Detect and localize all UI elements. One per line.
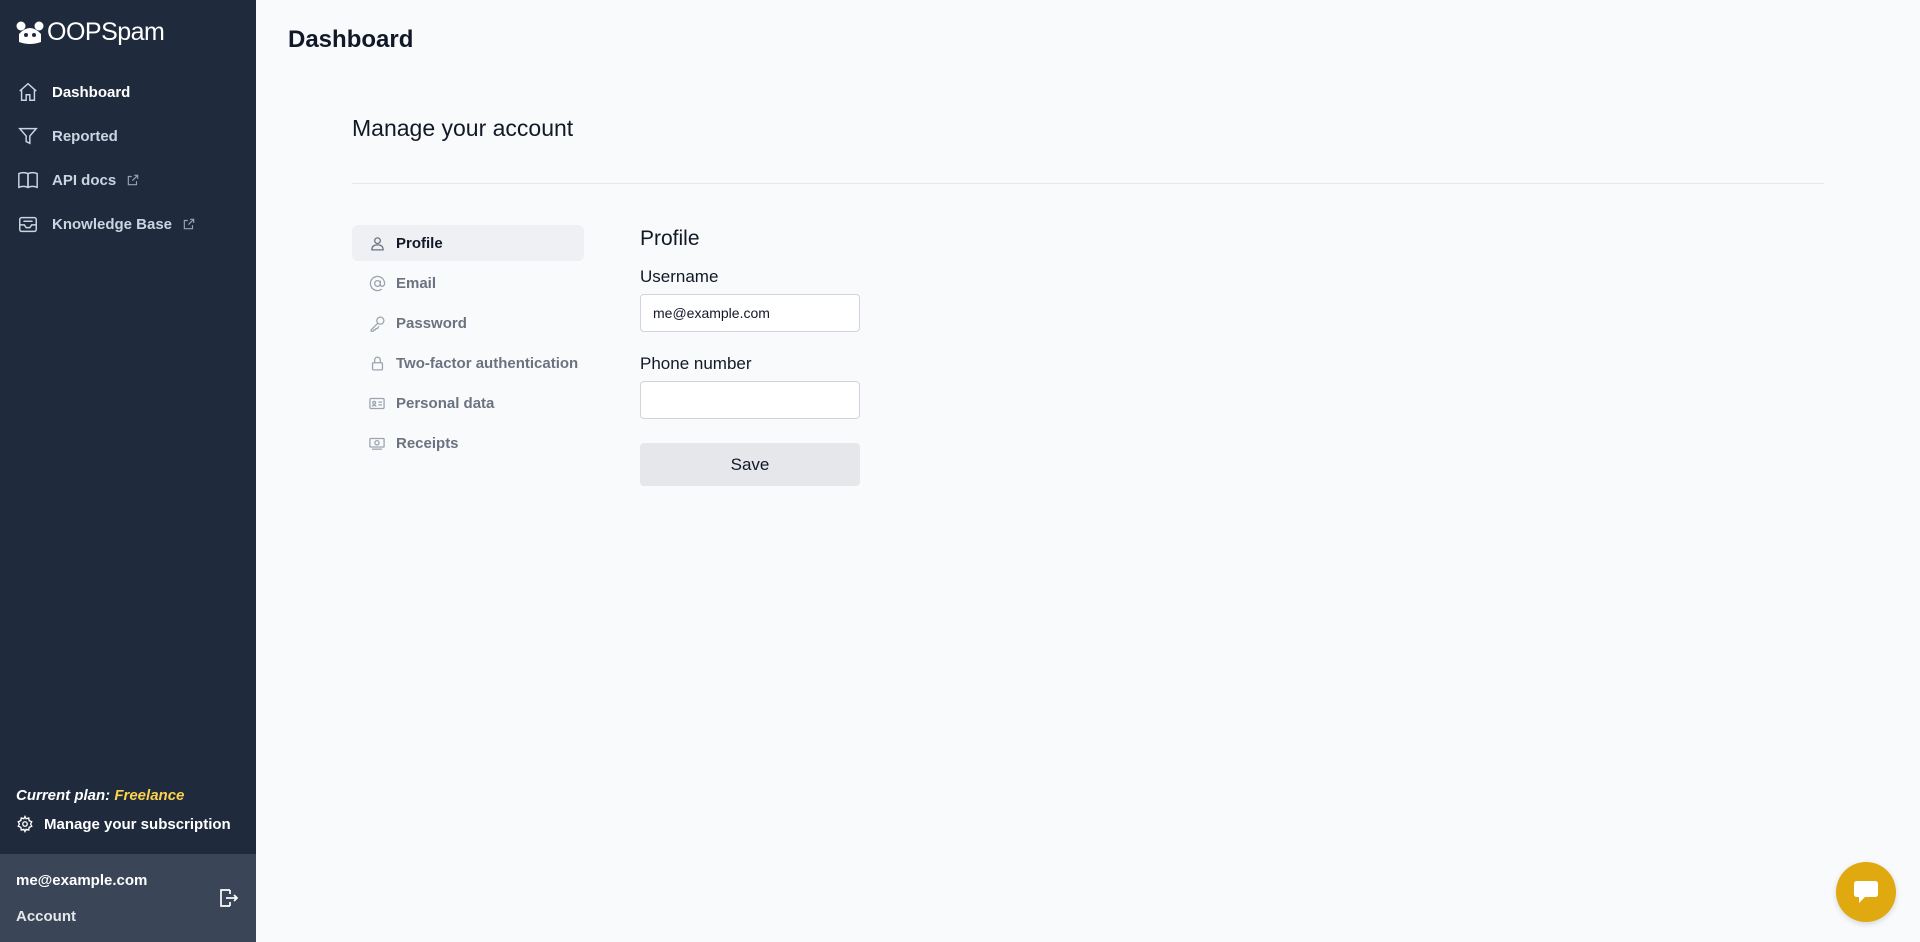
subnav-item-personal-data[interactable]: Personal data [352, 385, 584, 421]
subnav-item-label: Two-factor authentication [396, 354, 579, 372]
key-icon [368, 314, 386, 332]
logo-text: OOPSpam [47, 18, 165, 46]
sidebar-nav: Dashboard Reported API docs Knowledge Ba… [0, 70, 256, 246]
username-group: Username [640, 267, 860, 332]
logout-button[interactable] [216, 886, 240, 910]
user-icon [368, 234, 386, 252]
subnav-item-email[interactable]: Email [352, 265, 584, 301]
save-button[interactable]: Save [640, 443, 860, 486]
chat-widget-button[interactable] [1836, 862, 1896, 922]
subnav-item-label: Password [396, 314, 467, 332]
sidebar-item-api-docs[interactable]: API docs [0, 158, 256, 202]
external-link-icon [126, 172, 142, 188]
current-plan: Current plan: Freelance [16, 787, 184, 804]
chat-icon [1854, 881, 1878, 903]
book-icon [16, 168, 40, 192]
divider [352, 183, 1824, 184]
at-sign-icon [368, 274, 386, 292]
money-icon [368, 434, 386, 452]
sidebar-item-reported[interactable]: Reported [0, 114, 256, 158]
sidebar-item-label: API docs [52, 171, 117, 189]
plan-name: Freelance [114, 787, 185, 804]
id-card-icon [368, 394, 386, 412]
page-title: Dashboard [288, 26, 414, 53]
manage-subscription-label: Manage your subscription [44, 815, 231, 833]
form-title: Profile [640, 227, 700, 250]
subnav-item-two-factor[interactable]: Two-factor authentication [352, 345, 584, 381]
phone-label: Phone number [640, 354, 752, 373]
sidebar-item-label: Reported [52, 127, 118, 145]
account-email: me@example.com [16, 872, 148, 889]
gear-icon [17, 815, 33, 833]
account-subnav: Profile Email Password Two-factor authen… [352, 225, 584, 465]
lock-icon [368, 354, 386, 372]
sidebar-item-label: Knowledge Base [52, 215, 173, 233]
plan-prefix: Current plan: [16, 787, 111, 804]
username-field[interactable] [640, 294, 860, 332]
inbox-icon [16, 212, 40, 236]
sidebar: OOPSpam Dashboard Reported API docs Know… [0, 0, 256, 942]
subnav-item-label: Personal data [396, 394, 495, 412]
sidebar-item-knowledge-base[interactable]: Knowledge Base [0, 202, 256, 246]
account-panel: me@example.com Account [0, 854, 256, 942]
external-link-icon [182, 216, 198, 232]
sidebar-item-label: Dashboard [52, 83, 131, 101]
account-link[interactable]: Account [16, 908, 76, 925]
sidebar-item-dashboard[interactable]: Dashboard [0, 70, 256, 114]
logout-icon [220, 889, 239, 907]
manage-subscription-link[interactable]: Manage your subscription [16, 815, 231, 833]
phone-group: Phone number [640, 354, 860, 419]
home-icon [16, 80, 40, 104]
phone-field[interactable] [640, 381, 860, 419]
subnav-item-profile[interactable]: Profile [352, 225, 584, 261]
section-title: Manage your account [352, 115, 574, 141]
username-label: Username [640, 267, 719, 286]
subnav-item-receipts[interactable]: Receipts [352, 425, 584, 461]
filter-icon [16, 124, 40, 148]
subnav-item-label: Profile [396, 234, 443, 252]
subnav-item-password[interactable]: Password [352, 305, 584, 341]
profile-form: Profile Username Phone number Save [640, 225, 860, 486]
subnav-item-label: Email [396, 274, 437, 292]
logo[interactable]: OOPSpam [15, 18, 165, 47]
oopspam-logo-icon [16, 21, 44, 44]
subnav-item-label: Receipts [396, 434, 459, 452]
